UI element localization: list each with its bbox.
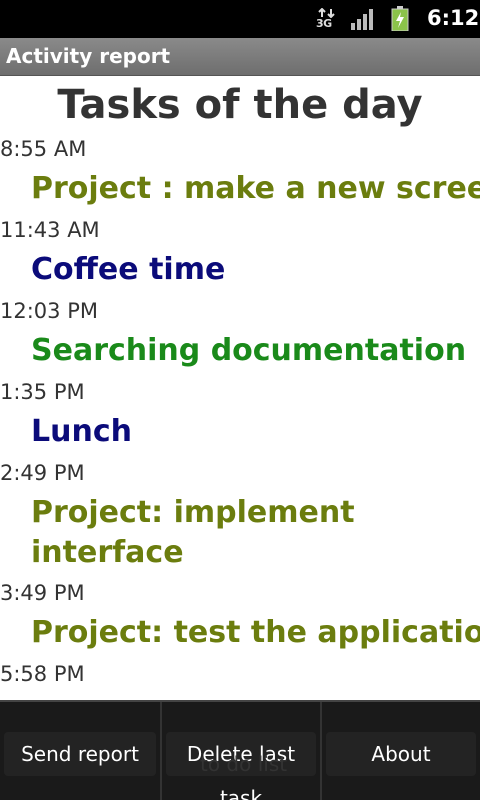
obscured-button-text: to do list: [200, 752, 288, 776]
send-report-button[interactable]: Send report: [0, 702, 160, 800]
entry-task: Lunch: [31, 414, 132, 449]
entry-time: 12:03 PM: [0, 299, 98, 323]
battery-charging-icon: [391, 6, 409, 32]
about-button[interactable]: About: [320, 702, 480, 800]
about-label: About: [326, 732, 476, 776]
delete-last-task-button[interactable]: Delete last task: [160, 702, 320, 800]
page-title: Tasks of the day: [57, 82, 423, 128]
entry-task: Project : make a new screen: [31, 171, 480, 206]
3g-icon: 3G: [316, 8, 336, 30]
status-clock: 6:12: [427, 6, 480, 30]
entry-task: Coffee time: [31, 252, 226, 287]
entry-time: 3:49 PM: [0, 581, 85, 605]
entry-task: Project: implement interface: [31, 495, 355, 570]
entry-time: 8:55 AM: [0, 137, 87, 161]
signal-icon: [350, 8, 376, 30]
entry-time: 5:58 PM: [0, 662, 85, 686]
report-content[interactable]: Tasks of the day 8:55 AM Project : make …: [0, 76, 480, 700]
entry-time: 11:43 AM: [0, 218, 100, 242]
status-bar: 3G 6:12: [0, 0, 480, 38]
send-report-label: Send report: [4, 732, 156, 776]
app-title: Activity report: [6, 44, 171, 68]
entry-task: Searching documentation: [31, 333, 467, 368]
app-title-bar: Activity report: [0, 38, 480, 76]
entry-task: Project: test the application: [31, 615, 480, 650]
entry-time: 1:35 PM: [0, 380, 85, 404]
options-menu: Send report Delete last task About to do…: [0, 700, 480, 800]
entry-time: 2:49 PM: [0, 461, 85, 485]
